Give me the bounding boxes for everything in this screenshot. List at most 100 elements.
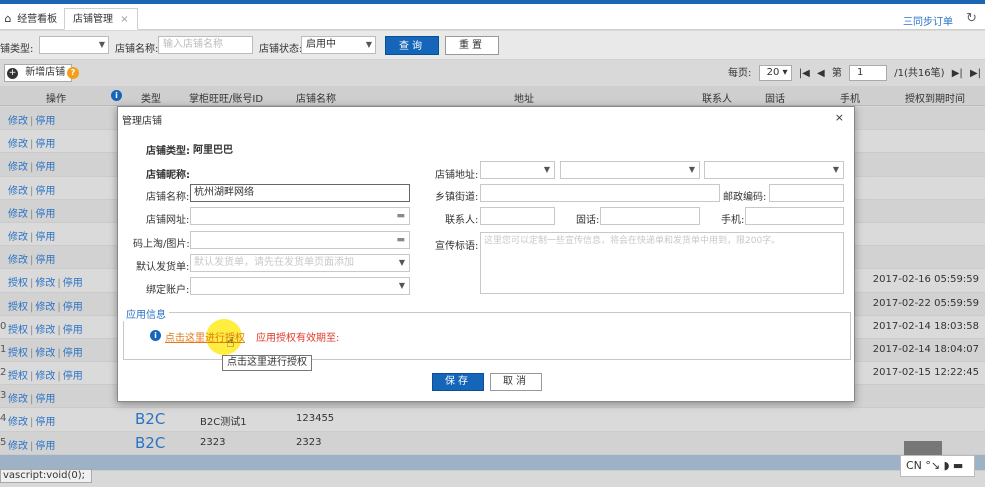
row-ops: 修改 | 停用 bbox=[8, 255, 56, 267]
store-status-filter-label: 店铺状态: bbox=[259, 44, 303, 55]
row-index: 2 bbox=[0, 367, 7, 379]
pagination: 每页: 20 ▾ |◀ ◀ 第 1 /1(共16笔) ▶| ▶| bbox=[724, 65, 981, 83]
row-op-link[interactable]: 停用 bbox=[35, 417, 55, 428]
chevron-down-icon: ▼ bbox=[365, 40, 372, 49]
row-op-link[interactable]: 授权 bbox=[8, 302, 28, 313]
row-op-link[interactable]: 修改 bbox=[8, 441, 28, 452]
row-op-link[interactable]: 修改 bbox=[35, 348, 55, 359]
row-index: 0 bbox=[0, 320, 7, 332]
ime-handle[interactable] bbox=[904, 441, 942, 455]
phone-input[interactable] bbox=[600, 207, 700, 225]
tab-close-icon[interactable]: × bbox=[120, 14, 128, 25]
store-nick-label: 店铺昵称: bbox=[146, 170, 190, 181]
row-op-link[interactable]: 停用 bbox=[35, 255, 55, 266]
row-op-link[interactable]: 修改 bbox=[8, 209, 28, 220]
save-button[interactable]: 保存 bbox=[432, 373, 484, 391]
row-op-link[interactable]: 修改 bbox=[8, 116, 28, 127]
slogan-textarea[interactable]: 这里您可以定制一些宣传信息，将会在快递单和发货单中用到，限200字。 bbox=[480, 232, 844, 294]
image-label: 码上淘/图片: bbox=[133, 239, 190, 250]
row-op-link[interactable]: 停用 bbox=[63, 371, 83, 382]
chevron-down-icon: ▼ bbox=[543, 165, 550, 174]
tab-store-management[interactable]: 店铺管理 × bbox=[64, 8, 138, 30]
row-op-link[interactable]: 修改 bbox=[8, 255, 28, 266]
row-op-link[interactable]: 停用 bbox=[63, 302, 83, 313]
row-ops: 授权 | 修改 | 停用 bbox=[8, 347, 83, 359]
image-input[interactable]: ▬ bbox=[190, 231, 410, 249]
row-op-link[interactable]: 授权 bbox=[8, 348, 28, 359]
row-op-link[interactable]: 修改 bbox=[8, 417, 28, 428]
row-ops: 修改 | 停用 bbox=[8, 417, 56, 429]
phone-label: 固话: bbox=[576, 215, 600, 226]
city-select[interactable]: ▼ bbox=[560, 161, 700, 179]
table-row bbox=[0, 455, 985, 471]
row-op-link[interactable]: 停用 bbox=[35, 139, 55, 150]
mobile-input[interactable] bbox=[745, 207, 844, 225]
reset-button[interactable]: 重置 bbox=[445, 36, 499, 55]
district-select[interactable]: ▼ bbox=[704, 161, 844, 179]
contact-input[interactable] bbox=[480, 207, 555, 225]
app-info-legend: 应用信息 bbox=[123, 306, 169, 321]
store-status-select[interactable]: 启用中 ▼ bbox=[301, 36, 376, 54]
store-type-select[interactable]: ▼ bbox=[39, 36, 109, 54]
row-op-link[interactable]: 停用 bbox=[63, 348, 83, 359]
home-icon: ⌂ bbox=[4, 12, 12, 25]
zip-input[interactable] bbox=[769, 184, 844, 202]
row-op-link[interactable]: 停用 bbox=[35, 441, 55, 452]
chevron-down-icon: ▼ bbox=[832, 165, 839, 174]
row-op-link[interactable]: 停用 bbox=[35, 209, 55, 220]
add-store-button[interactable]: + 新增店铺 bbox=[4, 64, 73, 82]
row-op-link[interactable]: 修改 bbox=[8, 394, 28, 405]
row-op-link[interactable]: 修改 bbox=[35, 325, 55, 336]
row-type: B2C bbox=[135, 433, 166, 452]
store-name-input[interactable]: 杭州湖畔网络 bbox=[190, 184, 410, 202]
row-account: B2C测试1 bbox=[200, 417, 247, 429]
address-label: 店铺地址: bbox=[435, 170, 479, 181]
tab-home[interactable]: ⌂ 经营看板 bbox=[2, 8, 58, 30]
row-op-link[interactable]: 停用 bbox=[35, 232, 55, 243]
row-op-link[interactable]: 修改 bbox=[8, 139, 28, 150]
bind-account-select[interactable]: ▼ bbox=[190, 277, 410, 295]
help-icon[interactable]: ? bbox=[67, 67, 79, 79]
store-url-input[interactable]: ▬ bbox=[190, 207, 410, 225]
row-ops: 修改 | 停用 bbox=[8, 208, 56, 220]
next-page-icon[interactable]: ▶| bbox=[952, 68, 963, 79]
row-op-link[interactable]: 修改 bbox=[8, 162, 28, 173]
street-input[interactable] bbox=[480, 184, 720, 202]
row-op-link[interactable]: 授权 bbox=[8, 278, 28, 289]
row-op-link[interactable]: 修改 bbox=[35, 278, 55, 289]
info-icon: i bbox=[150, 330, 161, 341]
first-page-icon[interactable]: |◀ bbox=[799, 68, 810, 79]
page-number-input[interactable]: 1 bbox=[849, 65, 888, 81]
row-op-link[interactable]: 修改 bbox=[35, 371, 55, 382]
row-op-link[interactable]: 授权 bbox=[8, 371, 28, 382]
prev-page-icon[interactable]: ◀ bbox=[817, 68, 825, 79]
default-ship-select[interactable]: 默认发货单，请先在发货单页面添加 ▼ bbox=[190, 254, 410, 272]
row-op-link[interactable]: 授权 bbox=[8, 325, 28, 336]
close-icon[interactable]: × bbox=[835, 111, 844, 124]
row-op-link[interactable]: 停用 bbox=[35, 162, 55, 173]
row-index: 4 bbox=[0, 413, 7, 425]
row-op-link[interactable]: 停用 bbox=[35, 394, 55, 405]
row-op-link[interactable]: 停用 bbox=[35, 116, 55, 127]
refresh-icon[interactable]: ↻ bbox=[966, 11, 977, 26]
row-op-link[interactable]: 修改 bbox=[8, 232, 28, 243]
province-select[interactable]: ▼ bbox=[480, 161, 555, 179]
hand-cursor-icon: ☝ bbox=[226, 335, 235, 351]
row-op-link[interactable]: 修改 bbox=[35, 302, 55, 313]
last-page-icon[interactable]: ▶| bbox=[970, 68, 981, 79]
row-op-link[interactable]: 停用 bbox=[63, 278, 83, 289]
row-ops: 授权 | 修改 | 停用 bbox=[8, 301, 83, 313]
sync-orders-button[interactable]: 三同步订单 bbox=[903, 13, 953, 28]
info-icon: i bbox=[111, 90, 122, 101]
store-name-input[interactable]: 输入店铺名称 bbox=[158, 36, 253, 54]
row-auth-time: 2017-02-22 05:59:59 bbox=[872, 297, 979, 309]
row-op-link[interactable]: 停用 bbox=[35, 186, 55, 197]
chevron-down-icon: ▼ bbox=[688, 165, 695, 174]
row-op-link[interactable]: 停用 bbox=[63, 325, 83, 336]
ime-toolbar[interactable]: CN °↘ ◗ ▬ bbox=[900, 455, 975, 477]
row-op-link[interactable]: 修改 bbox=[8, 186, 28, 197]
store-type-filter-label: 铺类型: bbox=[0, 44, 34, 55]
cancel-button[interactable]: 取消 bbox=[490, 373, 542, 391]
query-button[interactable]: 查询 bbox=[385, 36, 439, 55]
per-page-select[interactable]: 20 ▾ bbox=[758, 65, 792, 81]
